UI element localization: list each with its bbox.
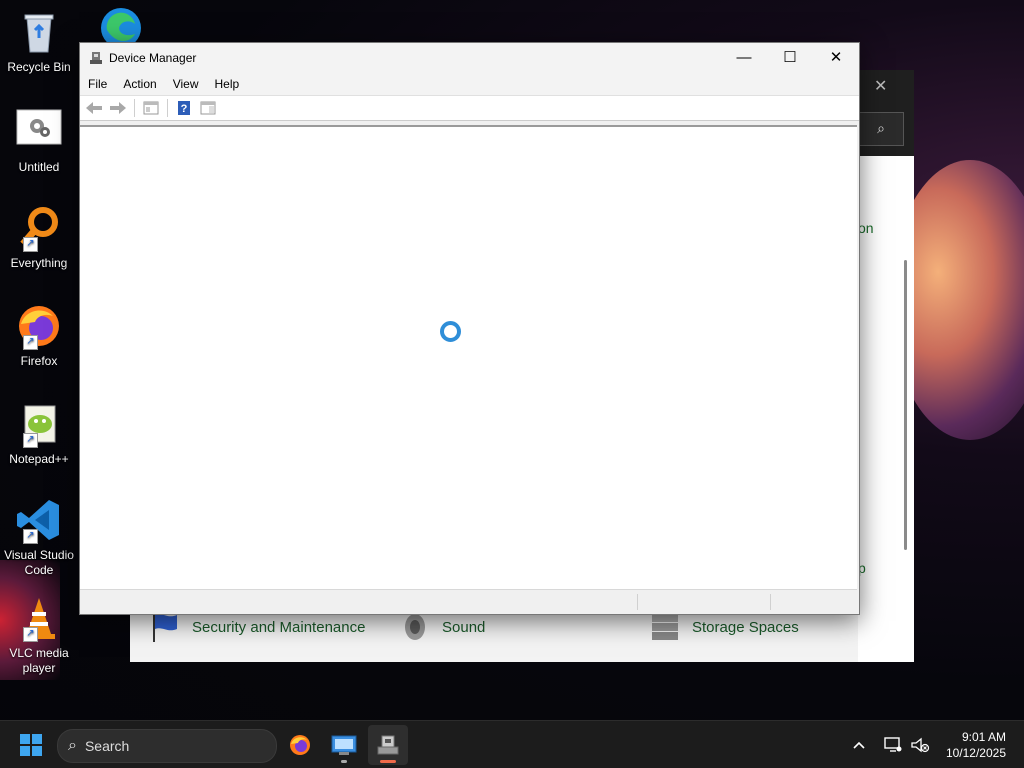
recycle-bin-icon xyxy=(15,8,63,56)
firefox-icon xyxy=(290,735,310,755)
shortcut-arrow-icon: ↗ xyxy=(23,237,38,252)
flag-icon xyxy=(148,610,182,644)
taskbar: ⌕ Search 9:01 AM 10/12/2025 xyxy=(0,720,1024,768)
cp-item-security-maintenance[interactable]: Security and Maintenance xyxy=(148,610,365,644)
firefox-icon: ↗ xyxy=(15,302,63,350)
console-tree-icon[interactable] xyxy=(198,99,218,117)
clock[interactable]: 9:01 AM 10/12/2025 xyxy=(946,729,1006,761)
desktop-icon-label: Firefox xyxy=(20,354,58,368)
running-indicator xyxy=(341,760,347,763)
close-icon[interactable]: ✕ xyxy=(874,76,887,96)
desktop-icon-label: Untitled xyxy=(18,160,60,174)
status-divider xyxy=(770,594,771,610)
desktop-icon-label: VLC media player xyxy=(9,646,69,675)
desktop-icon-label: Recycle Bin xyxy=(7,60,71,74)
back-icon[interactable] xyxy=(84,99,104,117)
toolbar: ? xyxy=(80,95,859,121)
svg-text:?: ? xyxy=(181,103,188,115)
clock-time: 9:01 AM xyxy=(961,730,1006,744)
properties-view-icon[interactable] xyxy=(141,99,161,117)
loading-spinner-icon xyxy=(440,321,461,342)
status-divider xyxy=(637,594,638,610)
status-bar xyxy=(80,589,857,614)
minimize-button[interactable]: — xyxy=(721,43,767,73)
menu-help[interactable]: Help xyxy=(207,77,248,91)
menu-view[interactable]: View xyxy=(165,77,207,91)
search-icon: ⌕ xyxy=(68,737,77,754)
taskbar-search[interactable]: ⌕ Search xyxy=(57,729,277,763)
speaker-icon xyxy=(398,610,432,644)
desktop-icon-vlc[interactable]: ↗ VLC media player xyxy=(4,594,74,676)
desktop-icon-recycle-bin[interactable]: Recycle Bin xyxy=(4,8,74,75)
help-icon[interactable]: ? xyxy=(174,99,194,117)
taskbar-control-panel[interactable] xyxy=(324,725,364,765)
search-placeholder: Search xyxy=(84,738,130,754)
menu-action[interactable]: Action xyxy=(115,77,164,91)
tray-overflow-chevron-icon[interactable] xyxy=(852,721,866,768)
taskbar-firefox[interactable] xyxy=(280,725,320,765)
desktop-icon-notepadpp[interactable]: ↗ Notepad++ xyxy=(4,400,74,467)
notepadpp-icon: ↗ xyxy=(15,400,63,448)
scrollbar[interactable] xyxy=(904,260,907,550)
settings-file-icon xyxy=(15,108,63,156)
control-panel-link-partial[interactable]: on xyxy=(858,220,874,236)
device-tree-area[interactable] xyxy=(80,125,857,590)
desktop-icon-label: Everything xyxy=(10,256,68,270)
control-panel-icon xyxy=(331,735,357,755)
vscode-icon: ↗ xyxy=(15,496,63,544)
storage-icon xyxy=(648,610,682,644)
cp-item-sound[interactable]: Sound xyxy=(398,610,485,644)
cp-item-label: Security and Maintenance xyxy=(192,618,366,636)
taskbar-device-manager[interactable] xyxy=(368,725,408,765)
search-icon[interactable]: ⌕ xyxy=(858,112,904,146)
cp-item-label: Storage Spaces xyxy=(692,618,799,636)
forward-icon[interactable] xyxy=(108,99,128,117)
desktop-icon-firefox[interactable]: ↗ Firefox xyxy=(4,302,74,369)
start-button[interactable] xyxy=(20,734,42,756)
everything-icon: ↗ xyxy=(15,204,63,252)
tray-volume-muted-icon[interactable] xyxy=(910,721,930,768)
device-manager-window: Device Manager — ☐ ✕ File Action View He… xyxy=(79,42,860,615)
device-manager-icon xyxy=(89,51,103,65)
shortcut-arrow-icon: ↗ xyxy=(23,335,38,350)
window-title: Device Manager xyxy=(109,51,197,65)
menu-bar: File Action View Help xyxy=(80,73,859,95)
close-button[interactable]: ✕ xyxy=(813,43,859,73)
desktop-icon-untitled[interactable]: Untitled xyxy=(4,108,74,175)
clock-date: 10/12/2025 xyxy=(945,746,1006,760)
tray-display-icon[interactable] xyxy=(884,721,902,768)
shortcut-arrow-icon: ↗ xyxy=(23,627,38,642)
shortcut-arrow-icon: ↗ xyxy=(23,529,38,544)
menu-file[interactable]: File xyxy=(80,77,115,91)
maximize-button[interactable]: ☐ xyxy=(767,43,813,73)
desktop-icon-vscode[interactable]: ↗ Visual Studio Code xyxy=(4,496,74,578)
cp-item-label: Sound xyxy=(442,618,486,636)
vlc-icon: ↗ xyxy=(15,594,63,642)
desktop-icon-everything[interactable]: ↗ Everything xyxy=(4,204,74,271)
device-manager-icon xyxy=(377,735,399,755)
cp-item-storage-spaces[interactable]: Storage Spaces xyxy=(648,610,799,644)
toolbar-separator xyxy=(134,99,135,117)
title-bar[interactable]: Device Manager — ☐ ✕ xyxy=(80,43,859,73)
shortcut-arrow-icon: ↗ xyxy=(23,433,38,448)
active-indicator xyxy=(380,760,396,763)
desktop-icon-label: Notepad++ xyxy=(9,452,69,466)
desktop-icon-label: Visual Studio Code xyxy=(4,548,74,577)
toolbar-separator xyxy=(167,99,168,117)
